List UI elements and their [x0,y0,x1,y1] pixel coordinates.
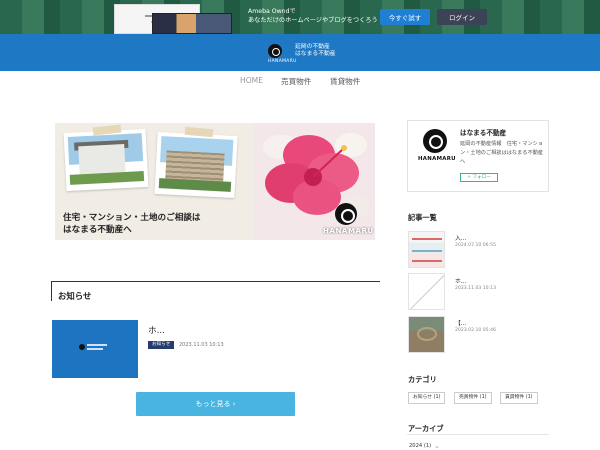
promo-text: Ameba Owndで あなただけのホームページやブログをつくろう [248,7,378,25]
thumbnail-logo-icon [79,344,85,350]
news-heading: お知らせ [58,291,92,301]
article-date: 2023.11.03 10:13 [455,286,497,291]
articles-heading: 記事一覧 [408,213,437,222]
hero-copy-line-1: 住宅・マンション・土地のご相談は [63,213,201,223]
article-thumbnail[interactable] [408,231,445,268]
news-section-header: お知らせ [51,281,380,301]
site-title-line-2: はなまる不動産 [295,51,336,57]
thumbnail-text-line [87,348,103,350]
news-item-tag[interactable]: お知らせ [148,341,175,349]
site-logo-caption: HANAMARU [268,59,297,64]
main-nav: HOME 売買物件 賃貸物件 [0,71,600,91]
site-logo[interactable] [268,44,282,58]
see-more-button[interactable]: もっと見る › [136,392,295,416]
article-thumbnail[interactable] [408,273,445,310]
profile-brand: HANAMARU [418,156,456,162]
nav-home[interactable]: HOME [240,76,263,85]
site-title[interactable]: 延岡の不動産 はなまる不動産 [295,44,336,58]
site-title-line-1: 延岡の不動産 [295,44,330,50]
profile-name[interactable]: はなまる不動産 [460,127,506,137]
news-item-date: 2023.11.03 10:13 [179,342,224,348]
try-now-button[interactable]: 今すぐ試す [380,9,430,25]
category-tag[interactable]: 売買物件 (1) [454,392,492,404]
category-tag[interactable]: お知らせ (1) [408,392,446,404]
profile-description: 延岡の不動産情報 住宅・マンション・土地のご相談ははなまる不動産へ [460,141,544,165]
archive-divider [407,434,549,435]
archive-heading: アーカイブ [408,424,444,433]
profile-card: HANAMARU はなまる不動産 延岡の不動産情報 住宅・マンション・土地のご相… [407,120,549,192]
thumbnail-stripe [412,260,442,262]
hero-banner: 住宅・マンション・土地のご相談は はなまる不動産へ HANAMARU [55,123,375,240]
thumbnail-text-line [87,344,107,346]
article-date: 2023.02.10 05:46 [455,328,497,333]
nav-rental-properties[interactable]: 賃貸物件 [330,76,360,87]
archive-year[interactable]: 2024 (1) [409,443,431,449]
hero-copy-line-2: はなまる不動産へ [63,225,132,235]
promo-banner: Ameba Owndで あなただけのホームページやブログをつくろう 今すぐ試す … [0,0,600,34]
house-photo [63,128,149,192]
apartment-photo [154,131,238,199]
thumbnail-stripe [412,250,442,252]
login-button[interactable]: ログイン [437,9,487,25]
chevron-down-icon[interactable]: ⌄ [434,442,440,450]
thumbnail-ring [417,327,437,341]
news-item-thumbnail[interactable] [52,320,138,378]
hero-logo-icon [335,203,357,225]
article-title[interactable]: ホ... [455,276,466,285]
article-thumbnail[interactable] [408,316,445,353]
category-tag[interactable]: 賃貸物件 (1) [500,392,538,404]
promo-text-line-2: あなただけのホームページやブログをつくろう [248,17,378,24]
hero-brand: HANAMARU [323,227,374,235]
article-date: 2024.07.10 06:55 [455,243,497,248]
hanamaru-logo-icon [268,44,282,58]
article-title[interactable]: 入... [455,233,466,242]
promo-thumbnail-2 [152,13,232,34]
profile-logo-icon[interactable] [423,129,447,153]
nav-sale-properties[interactable]: 売買物件 [281,76,311,87]
categories-heading: カテゴリ [408,375,437,384]
promo-text-line-1: Ameba Owndで [248,8,296,15]
follow-button[interactable]: + フォロー [460,173,498,182]
thumbnail-stripe [412,238,442,240]
news-item-title[interactable]: ホ... [148,324,165,336]
placeholder-diagonal [409,274,444,309]
article-title[interactable]: 【... [455,318,466,327]
